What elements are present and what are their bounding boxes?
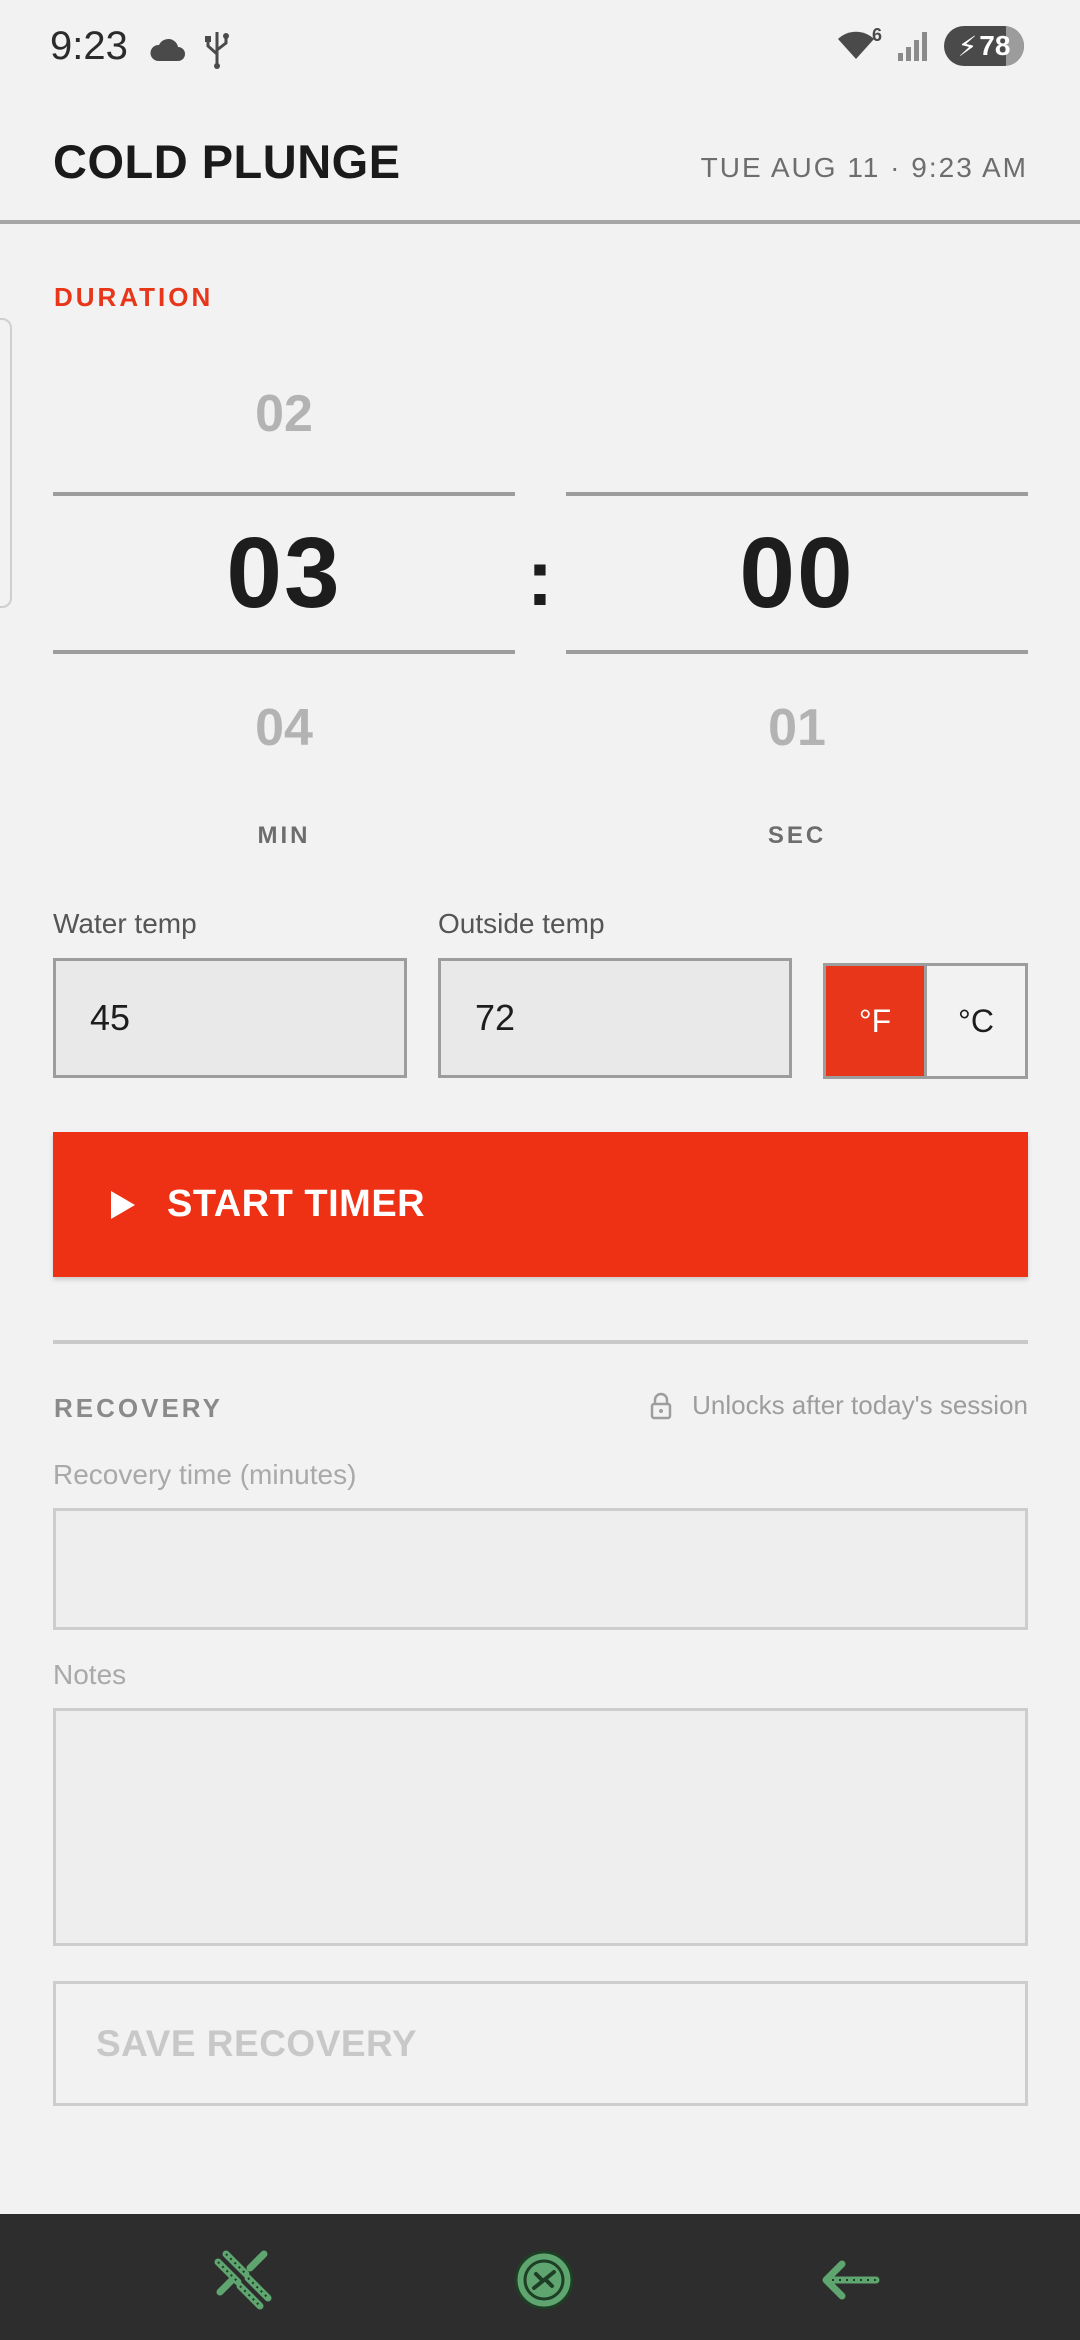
header-divider [0,220,1080,224]
cloud-icon [150,38,185,61]
back-arrow-icon[interactable] [818,2248,882,2312]
status-right-icons: 6 ⚡ 78 [836,25,1024,66]
seconds-bottom-rule [566,650,1028,654]
minutes-bottom-rule [53,650,515,654]
tools-icon[interactable] [210,2248,274,2312]
page-title: COLD PLUNGE [53,135,401,188]
status-left-icons [148,30,230,70]
water-temp-label: Water temp [53,908,197,939]
wifi-icon: 6 [836,25,882,63]
seconds-top-rule [566,492,1028,496]
save-recovery-label: SAVE RECOVERY [96,2022,418,2064]
usb-icon [205,32,229,69]
minutes-picker[interactable]: 02 03 04 MIN [53,370,515,850]
home-circle-icon[interactable] [512,2248,576,2312]
minutes-top-rule [53,492,515,496]
outside-temp-label: Outside temp [438,908,605,939]
unlock-note: Unlocks after today's session [650,1390,1028,1421]
section-divider [53,1340,1028,1344]
duration-label: DURATION [54,282,214,312]
side-edge-handle[interactable] [0,318,12,608]
outside-temp-input[interactable]: 72 [438,958,792,1078]
time-separator: : [526,533,554,622]
wifi-badge: 6 [871,25,882,45]
lock-icon [650,1392,672,1419]
start-timer-button[interactable]: START TIMER [53,1132,1028,1277]
seconds-current-value[interactable]: 00 [566,516,1028,631]
date-time-label: TUE AUG 11 · 9:23 AM [700,152,1028,183]
unlock-note-text: Unlocks after today's session [692,1390,1028,1420]
temp-unit-toggle[interactable]: °F °C [823,963,1028,1079]
seconds-next-value[interactable]: 01 [566,698,1028,758]
unit-fahrenheit-button[interactable]: °F [826,966,924,1076]
minutes-unit-label: MIN [257,822,311,849]
minutes-current-value[interactable]: 03 [53,516,515,631]
status-time: 9:23 [50,24,128,68]
recovery-time-label: Recovery time (minutes) [53,1459,357,1490]
start-timer-label: START TIMER [167,1183,426,1225]
recovery-label: RECOVERY [54,1393,223,1423]
battery-level: 78 [979,30,1011,61]
minutes-next-value[interactable]: 04 [53,698,515,758]
play-icon [111,1190,135,1219]
signal-icon [898,32,927,61]
minutes-prev-value[interactable]: 02 [53,384,515,444]
battery-charging-icon: ⚡ 78 [944,26,1024,66]
water-temp-input[interactable]: 45 [53,958,407,1078]
notes-label: Notes [53,1659,127,1690]
notes-input[interactable] [53,1708,1028,1946]
unit-celsius-button[interactable]: °C [924,966,1025,1076]
seconds-picker[interactable]: 00 01 SEC [566,370,1028,850]
recovery-time-input[interactable] [53,1508,1028,1630]
seconds-unit-label: SEC [767,822,827,849]
save-recovery-button[interactable]: SAVE RECOVERY [53,1981,1028,2106]
